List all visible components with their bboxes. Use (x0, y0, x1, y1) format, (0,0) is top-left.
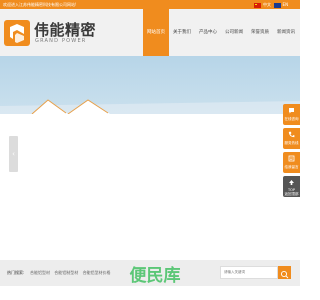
watermark-text: 便民库 (130, 265, 181, 286)
language-switcher: 中文 EN (254, 0, 288, 9)
nav-about[interactable]: 关于我们 (169, 9, 195, 56)
banner-prev-arrow[interactable]: ‹ (9, 136, 18, 172)
lang-en-link[interactable]: EN (283, 2, 289, 7)
welcome-text: 欢迎进入江苏伟能精密科技有限公司网站! (3, 2, 77, 7)
brand-name-cn[interactable]: 伟能精密 (34, 19, 96, 40)
online-consult-button[interactable]: 在线咨询 (283, 104, 300, 125)
search-button[interactable] (278, 266, 291, 279)
nav-company-news[interactable]: 公司新闻 (221, 9, 247, 56)
watermark-logo: 便民库 (130, 265, 181, 286)
arrow-up-icon (289, 180, 294, 185)
float-label-message: 给我留言 (284, 165, 299, 169)
lang-cn-link[interactable]: 中文 (263, 2, 271, 7)
hot-link-1[interactable]: 合能铝型材 (30, 270, 50, 275)
hot-search-label: 热门搜索: (7, 270, 25, 275)
float-label-consult: 在线咨询 (284, 117, 299, 121)
message-icon (288, 155, 295, 162)
float-label-top: TOP 返回顶部 (284, 188, 299, 196)
hot-link-2[interactable]: 合能铝制型材 (54, 270, 78, 275)
chat-icon (289, 108, 294, 114)
china-flag-icon[interactable] (254, 2, 261, 8)
nav-honors[interactable]: 荣誉资质 (247, 9, 273, 56)
nav-home[interactable]: 网站首页 (143, 9, 169, 56)
phone-icon (288, 131, 295, 138)
leave-message-button[interactable]: 给我留言 (283, 152, 300, 173)
float-label-hotline: 服务热线 (284, 141, 299, 145)
search-input[interactable] (220, 266, 278, 279)
nav-products[interactable]: 产品中心 (195, 9, 221, 56)
hot-search-links: 合能铝型材 合能铝制型材 合能铝型材价格 (30, 270, 114, 276)
gp-logo-icon[interactable] (4, 20, 30, 46)
banner-image (0, 99, 300, 260)
back-to-top-button[interactable]: TOP 返回顶部 (283, 176, 300, 197)
top-bar: 欢迎进入江苏伟能精密科技有限公司网站! 中文 EN (0, 0, 300, 9)
brand-name-en: GRAND POWER (35, 38, 87, 44)
hotline-button[interactable]: 服务热线 (283, 128, 300, 149)
nav-news[interactable]: 新闻资讯 (273, 9, 299, 56)
uk-flag-icon[interactable] (273, 2, 281, 8)
main-nav: 网站首页 关于我们 产品中心 公司新闻 荣誉资质 新闻资讯 (143, 9, 300, 56)
search-icon (280, 270, 289, 279)
hot-link-3[interactable]: 合能铝型材价格 (83, 270, 111, 275)
hero-banner: ‹ (0, 56, 300, 260)
